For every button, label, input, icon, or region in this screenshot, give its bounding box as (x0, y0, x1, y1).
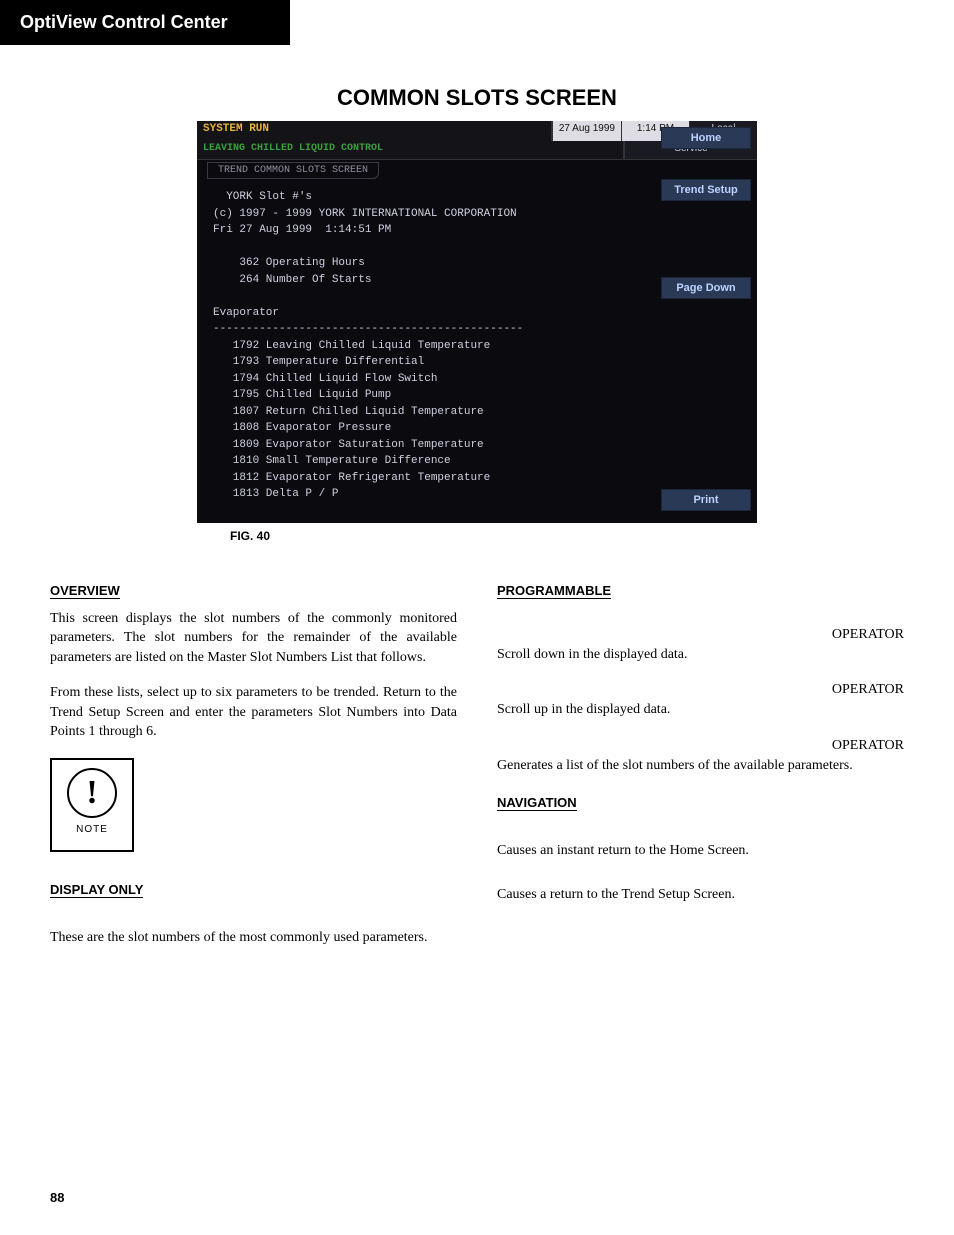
figure-label: FIG. 40 (230, 529, 904, 543)
programmable-desc-1: Scroll down in the displayed data. (497, 645, 904, 665)
page-title: COMMON SLOTS SCREEN (50, 85, 904, 111)
optiview-screenshot: SYSTEM RUN 27 Aug 1999 1:14 PM Local LEA… (197, 121, 757, 523)
exclamation-icon: ! (67, 768, 117, 818)
product-name: OptiView Control Center (20, 12, 228, 32)
overview-paragraph-1: This screen displays the slot numbers of… (50, 609, 457, 668)
system-details: LEAVING CHILLED LIQUID CONTROL (197, 141, 624, 159)
navigation-desc-1: Causes an instant return to the Home Scr… (497, 841, 904, 861)
display-only-heading: DISPLAY ONLY (50, 882, 143, 898)
left-column: OVERVIEW This screen displays the slot n… (50, 573, 457, 964)
home-button[interactable]: Home (661, 127, 751, 149)
note-label: NOTE (76, 824, 108, 835)
breadcrumb: TREND COMMON SLOTS SCREEN (207, 162, 379, 179)
page-down-button[interactable]: Page Down (661, 277, 751, 299)
screen-body-text: YORK Slot #'s (c) 1997 - 1999 YORK INTER… (197, 179, 657, 513)
navigation-heading: NAVIGATION (497, 795, 577, 811)
overview-paragraph-2: From these lists, select up to six param… (50, 683, 457, 742)
note-box: ! NOTE (50, 758, 134, 852)
date-cell: 27 Aug 1999 (552, 121, 621, 141)
trend-setup-button[interactable]: Trend Setup (661, 179, 751, 201)
operator-role-3: OPERATOR (497, 738, 904, 754)
screenshot-figure: SYSTEM RUN 27 Aug 1999 1:14 PM Local LEA… (50, 121, 904, 523)
overview-heading: OVERVIEW (50, 583, 120, 599)
programmable-desc-3: Generates a list of the slot numbers of … (497, 756, 904, 776)
navigation-desc-2: Causes a return to the Trend Setup Scree… (497, 885, 904, 905)
operator-role-1: OPERATOR (497, 627, 904, 643)
header-band: OptiView Control Center (0, 0, 290, 45)
programmable-desc-2: Scroll up in the displayed data. (497, 700, 904, 720)
page-number: 88 (50, 1190, 64, 1205)
right-column: PROGRAMMABLE OPERATOR Scroll down in the… (497, 573, 904, 964)
programmable-heading: PROGRAMMABLE (497, 583, 611, 599)
system-status: SYSTEM RUN (197, 121, 552, 141)
display-only-paragraph: These are the slot numbers of the most c… (50, 928, 457, 948)
print-button[interactable]: Print (661, 489, 751, 511)
operator-role-2: OPERATOR (497, 682, 904, 698)
